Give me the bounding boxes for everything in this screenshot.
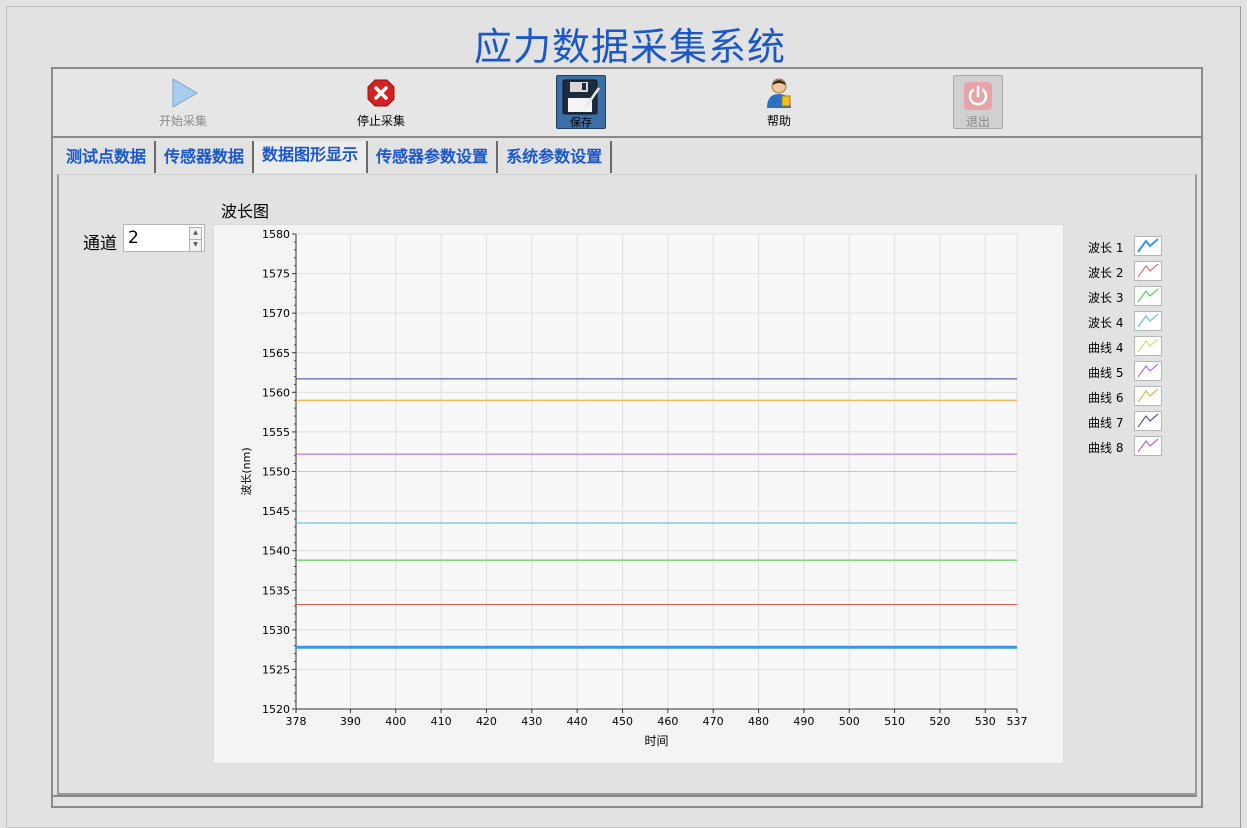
- x-tick-label: 510: [884, 715, 905, 728]
- x-tick-label: 480: [748, 715, 769, 728]
- x-tick-label: 378: [286, 715, 307, 728]
- legend-label: 波长 2: [1088, 266, 1124, 280]
- legend-label: 曲线 4: [1088, 341, 1124, 355]
- legend-label: 曲线 8: [1088, 441, 1124, 455]
- legend-label: 波长 4: [1088, 316, 1124, 330]
- tab-test-point-data[interactable]: 测试点数据: [58, 141, 157, 173]
- legend-label: 曲线 6: [1088, 391, 1124, 405]
- legend-label: 波长 1: [1088, 241, 1124, 255]
- y-tick-label: 1525: [262, 663, 290, 676]
- play-icon: [167, 77, 199, 109]
- save-label: 保存: [570, 116, 592, 129]
- y-tick-label: 1565: [262, 347, 290, 360]
- legend-item[interactable]: 波长 4: [1088, 311, 1166, 335]
- power-icon: [964, 82, 992, 110]
- wavelength-chart: 378 390 400 410 420 430 440 450 460 470 480 490 500 5…: [213, 224, 1064, 764]
- legend-swatch: [1134, 311, 1162, 331]
- legend-item[interactable]: 曲线 7: [1088, 411, 1166, 435]
- user-help-icon: [763, 77, 795, 109]
- floppy-disk-icon: [562, 79, 601, 115]
- y-tick-label: 1530: [262, 624, 290, 637]
- x-tick-label: 500: [839, 715, 860, 728]
- y-tick-label: 1545: [262, 505, 290, 518]
- exit-label: 退出: [965, 115, 990, 129]
- divider: [53, 795, 1197, 797]
- y-tick-label: 1550: [262, 466, 290, 479]
- legend-item[interactable]: 波长 2: [1088, 261, 1166, 285]
- app-title: 应力数据采集系统: [473, 25, 786, 69]
- legend-swatch: [1134, 436, 1162, 456]
- legend-swatch: [1134, 261, 1162, 281]
- help-label: 帮助: [766, 114, 791, 128]
- y-tick-label: 1520: [262, 703, 290, 716]
- x-tick-label: 400: [385, 715, 406, 728]
- x-tick-label: 450: [612, 715, 633, 728]
- legend-swatch: [1134, 361, 1162, 381]
- y-tick-label: 1555: [262, 426, 290, 439]
- stop-acquisition-button[interactable]: 停止采集: [341, 69, 421, 133]
- toolbar: 开始采集 停止采集 保存 帮助 退出: [51, 67, 1203, 138]
- x-tick-label: 460: [657, 715, 678, 728]
- legend-swatch: [1134, 386, 1162, 406]
- exit-button[interactable]: 退出: [953, 75, 1003, 129]
- channel-value: 2: [128, 228, 139, 248]
- x-tick-label: 530: [975, 715, 996, 728]
- y-tick-label: 1575: [262, 268, 290, 281]
- legend-swatch: [1134, 236, 1162, 256]
- x-tick-label: 490: [793, 715, 814, 728]
- tab-data-graph[interactable]: 数据图形显示: [254, 141, 369, 173]
- x-tick-label: 537: [1007, 715, 1028, 728]
- legend-label: 曲线 5: [1088, 366, 1124, 380]
- tab-system-params[interactable]: 系统参数设置: [498, 141, 613, 173]
- save-button[interactable]: 保存: [556, 75, 606, 129]
- start-acquisition-button[interactable]: 开始采集: [143, 69, 223, 133]
- legend-item[interactable]: 曲线 8: [1088, 436, 1166, 460]
- legend-swatch: [1134, 336, 1162, 356]
- legend-swatch: [1134, 286, 1162, 306]
- legend-label: 曲线 7: [1088, 416, 1124, 430]
- legend-item[interactable]: 曲线 6: [1088, 386, 1166, 410]
- graph-title: 波长图: [221, 202, 270, 221]
- tab-sensor-params[interactable]: 传感器参数设置: [368, 141, 499, 173]
- help-button[interactable]: 帮助: [739, 69, 819, 133]
- legend-item[interactable]: 波长 3: [1088, 286, 1166, 310]
- x-tick-label: 410: [431, 715, 452, 728]
- stop-acquisition-label: 停止采集: [356, 114, 405, 128]
- chart-svg: 378 390 400 410 420 430 440 450 460 470 480 490 500 5…: [240, 228, 1028, 748]
- legend-item[interactable]: 曲线 5: [1088, 361, 1166, 385]
- legend-item[interactable]: 波长 1: [1088, 236, 1166, 260]
- x-tick-label: 430: [521, 715, 542, 728]
- y-tick-label: 1580: [262, 228, 290, 241]
- legend-swatch: [1134, 411, 1162, 431]
- channel-input[interactable]: 2 ▲ ▼: [123, 224, 205, 252]
- x-tick-label: 470: [703, 715, 724, 728]
- legend-item[interactable]: 曲线 4: [1088, 336, 1166, 360]
- channel-label: 通道: [83, 234, 117, 254]
- tab-strip: 测试点数据 传感器数据 数据图形显示 传感器参数设置 系统参数设置: [58, 141, 613, 173]
- stop-icon: [365, 77, 397, 109]
- y-tick-label: 1560: [262, 386, 290, 399]
- spin-down-button[interactable]: ▼: [189, 239, 202, 252]
- y-axis-label: 波长(nm): [240, 447, 253, 495]
- legend-label: 波长 3: [1088, 291, 1124, 305]
- y-tick-label: 1570: [262, 307, 290, 320]
- y-tick-label: 1535: [262, 584, 290, 597]
- x-tick-label: 520: [929, 715, 950, 728]
- x-tick-label: 440: [567, 715, 588, 728]
- x-axis-label: 时间: [644, 734, 668, 748]
- y-tick-label: 1540: [262, 545, 290, 558]
- x-tick-label: 420: [476, 715, 497, 728]
- x-tick-label: 390: [340, 715, 361, 728]
- start-acquisition-label: 开始采集: [158, 114, 207, 128]
- tab-sensor-data[interactable]: 传感器数据: [156, 141, 255, 173]
